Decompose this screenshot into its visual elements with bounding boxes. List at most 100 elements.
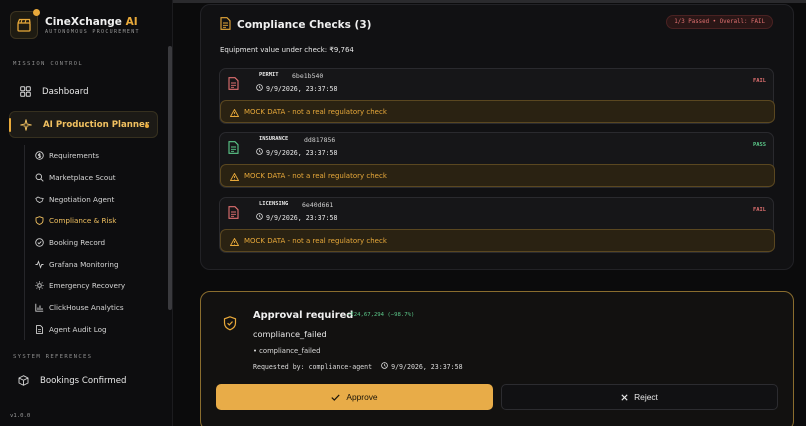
brand-subtitle: AUTONOMOUS PROCUREMENT (45, 28, 140, 35)
equipment-value: Equipment value under check: ₹9,764 (220, 46, 354, 54)
sidebar-item-grafana-monitoring[interactable]: Grafana Monitoring (25, 253, 164, 275)
warning-icon (229, 231, 240, 250)
check-result-badge: PASS (753, 142, 766, 148)
handshake-icon (35, 195, 44, 204)
activity-icon (35, 259, 44, 269)
clock-icon (256, 84, 263, 93)
timestamp-text: 9/9/2026, 23:37:58 (266, 148, 338, 157)
document-icon (35, 324, 44, 334)
clock-icon (256, 213, 263, 222)
mock-data-warning: MOCK DATA - not a real regulatory check (220, 229, 775, 252)
sidebar-item-label: Emergency Recovery (49, 281, 126, 291)
card-header: Compliance Checks (3) (220, 15, 371, 34)
sidebar-item-label: Negotiation Agent (49, 194, 115, 204)
sun-icon (35, 281, 44, 291)
overall-status-badge: 1/3 Passed • Overall: FAIL (666, 15, 773, 29)
sidebar-item-negotiation-agent[interactable]: Negotiation Agent (25, 188, 164, 210)
check-type: INSURANCE (259, 136, 289, 142)
approval-title: Approval required (253, 310, 354, 321)
grid-icon (16, 83, 34, 101)
sidebar-item-booking-record[interactable]: Booking Record (25, 232, 164, 254)
sidebar-item-clickhouse-analytics[interactable]: ClickHouse Analytics (25, 297, 164, 319)
mock-data-text: MOCK DATA - not a real regulatory check (244, 171, 387, 180)
requested-by-text: Requested by: compliance-agent (253, 362, 373, 371)
warning-icon (229, 166, 240, 185)
sidebar-item-label: Compliance & Risk (49, 216, 117, 226)
check-timestamp: 9/9/2026, 23:37:58 (256, 84, 337, 93)
document-icon (228, 139, 239, 158)
active-dot (145, 124, 149, 128)
check-type: PERMIT (259, 72, 279, 78)
dollar-circle-icon (35, 151, 44, 161)
sidebar-item-compliance-risk[interactable]: Compliance & Risk (25, 210, 164, 232)
sub-navigation: Requirements Marketplace Scout Negotiati… (24, 145, 164, 341)
compliance-checks-card: Compliance Checks (3) 1/3 Passed • Overa… (200, 4, 794, 270)
warning-icon (229, 102, 240, 121)
document-icon (228, 75, 239, 94)
sidebar-item-ai-production-planner[interactable]: AI Production Planner (9, 111, 158, 138)
compliance-check-row[interactable]: INSURANCE dd817856 9/9/2026, 23:37:58 PA… (219, 132, 775, 188)
brand[interactable]: CineXchange AI AUTONOMOUS PROCUREMENT (10, 9, 140, 39)
check-result-badge: FAIL (753, 78, 766, 84)
sidebar-item-bookings-confirmed[interactable]: Bookings Confirmed (7, 367, 156, 394)
section-label-mission: MISSION CONTROL (13, 61, 84, 67)
approve-button[interactable]: Approve (216, 384, 493, 410)
check-result-badge: FAIL (753, 207, 766, 213)
sidebar-item-label: Bookings Confirmed (40, 375, 127, 386)
reject-button[interactable]: Reject (501, 384, 778, 410)
check-icon (331, 393, 341, 401)
active-indicator (9, 118, 11, 132)
search-icon (35, 173, 44, 182)
mock-data-text: MOCK DATA - not a real regulatory check (244, 236, 387, 245)
timestamp-text: 9/9/2026, 23:37:58 (266, 213, 338, 222)
requested-by: Requested by: compliance-agent 9/9/2026,… (253, 362, 463, 371)
clock-icon (256, 148, 263, 157)
sparkle-icon (17, 116, 35, 134)
approval-reason-item: • compliance_failed (253, 347, 321, 355)
sidebar-item-requirements[interactable]: Requirements (25, 145, 164, 167)
sidebar: CineXchange AI AUTONOMOUS PROCUREMENT MI… (0, 0, 173, 426)
document-icon (220, 15, 231, 34)
close-icon (621, 393, 628, 401)
sidebar-item-label: Grafana Monitoring (49, 259, 119, 269)
document-icon (228, 204, 239, 223)
sidebar-item-label: Agent Audit Log (49, 324, 107, 334)
section-label-system: SYSTEM REFERENCES (13, 354, 93, 360)
check-hash: 6e40d661 (302, 201, 334, 209)
check-timestamp: 9/9/2026, 23:37:58 (256, 213, 337, 222)
version-label: v1.0.0 (10, 413, 31, 419)
notification-dot (33, 9, 40, 16)
mock-data-text: MOCK DATA - not a real regulatory check (244, 107, 387, 116)
approve-label: Approve (346, 392, 378, 402)
sidebar-item-marketplace-scout[interactable]: Marketplace Scout (25, 167, 164, 189)
mock-data-warning: MOCK DATA - not a real regulatory check (220, 164, 775, 187)
sidebar-item-dashboard[interactable]: Dashboard (9, 78, 158, 105)
check-hash: dd817856 (304, 136, 336, 144)
shield-icon (35, 216, 44, 226)
requested-time: 9/9/2026, 23:37:58 (391, 362, 463, 371)
sidebar-item-label: Marketplace Scout (49, 173, 116, 183)
sidebar-item-label: Requirements (49, 151, 99, 161)
card-title: Compliance Checks (3) (237, 18, 372, 31)
sidebar-item-agent-audit-log[interactable]: Agent Audit Log (25, 319, 164, 341)
clapperboard-icon (10, 9, 40, 39)
reject-label: Reject (634, 392, 658, 402)
compliance-check-row[interactable]: LICENSING 6e40d661 9/9/2026, 23:37:58 FA… (219, 197, 775, 253)
sidebar-item-emergency-recovery[interactable]: Emergency Recovery (25, 275, 164, 297)
check-hash: 6be1b540 (292, 72, 324, 80)
mock-data-warning: MOCK DATA - not a real regulatory check (220, 100, 775, 123)
approval-panel: Approval required −₹24,67,294 (−98.7%) c… (200, 291, 794, 426)
check-circle-icon (35, 238, 44, 247)
sidebar-item-label: Dashboard (42, 86, 89, 97)
approval-reason: compliance_failed (253, 329, 327, 339)
check-timestamp: 9/9/2026, 23:37:58 (256, 148, 337, 157)
bar-chart-icon (35, 303, 44, 312)
cube-icon (14, 372, 32, 390)
sidebar-item-label: Booking Record (49, 238, 106, 248)
sidebar-item-label: ClickHouse Analytics (49, 303, 124, 313)
sidebar-item-label: AI Production Planner (43, 119, 150, 130)
brand-name: CineXchange AI (45, 15, 138, 28)
sidebar-scrollbar[interactable] (168, 46, 172, 310)
check-type: LICENSING (259, 201, 289, 207)
compliance-check-row[interactable]: PERMIT 6be1b540 9/9/2026, 23:37:58 FAIL … (219, 68, 775, 124)
